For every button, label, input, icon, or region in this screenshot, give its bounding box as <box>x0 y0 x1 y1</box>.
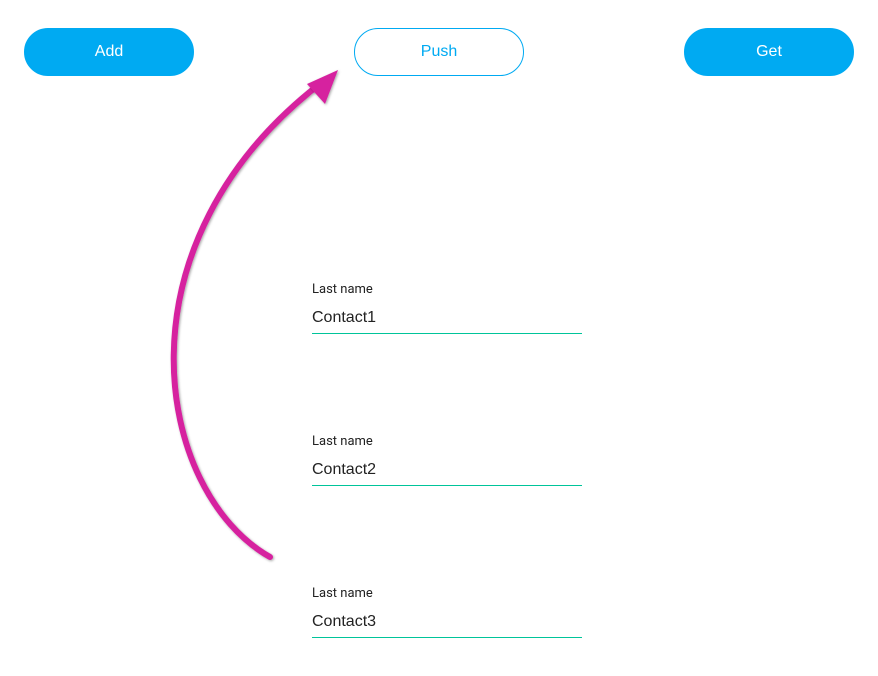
form-area: Last name Last name Last name <box>312 282 582 638</box>
field-group: Last name <box>312 434 582 486</box>
last-name-input[interactable] <box>312 459 582 486</box>
field-label: Last name <box>312 434 582 449</box>
field-group: Last name <box>312 282 582 334</box>
button-row: Add Push Get <box>0 0 878 76</box>
add-button[interactable]: Add <box>24 28 194 76</box>
push-button[interactable]: Push <box>354 28 524 76</box>
last-name-input[interactable] <box>312 611 582 638</box>
last-name-input[interactable] <box>312 307 582 334</box>
field-label: Last name <box>312 282 582 297</box>
field-group: Last name <box>312 586 582 638</box>
get-button[interactable]: Get <box>684 28 854 76</box>
field-label: Last name <box>312 586 582 601</box>
